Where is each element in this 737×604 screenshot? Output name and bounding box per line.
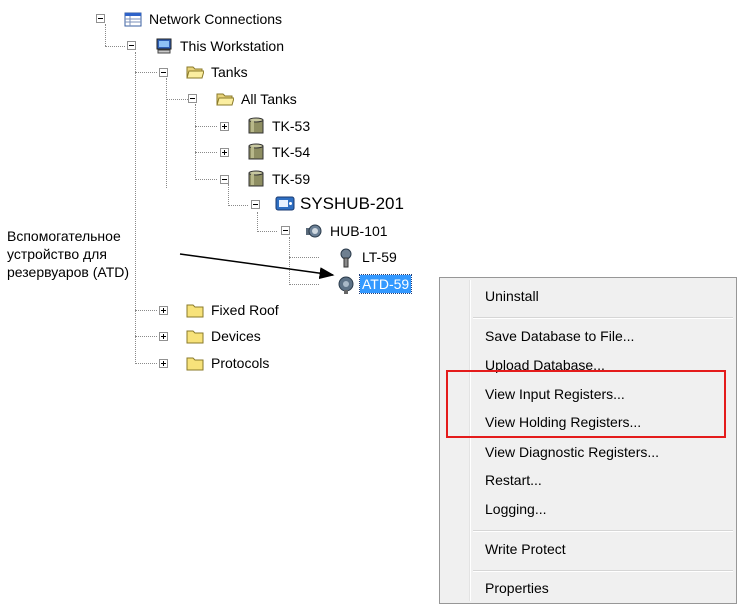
menu-separator: [473, 530, 733, 532]
expander-hub101[interactable]: [281, 226, 290, 235]
folder-icon: [186, 327, 204, 345]
callout-line: Вспомогательное: [7, 228, 121, 244]
menu-item-save-database[interactable]: Save Database to File...: [485, 328, 634, 344]
folder-icon: [186, 301, 204, 319]
menu-item-properties[interactable]: Properties: [485, 580, 549, 596]
tank-icon: [247, 170, 265, 188]
expander-tanks[interactable]: [159, 68, 168, 77]
tree-node-fixed-roof[interactable]: Fixed Roof: [186, 300, 281, 320]
tree-node-hub-101[interactable]: HUB-101: [305, 221, 390, 241]
auxiliary-device-icon: [337, 275, 355, 294]
expander-network-connections[interactable]: [96, 14, 105, 23]
context-menu: Uninstall Save Database to File... Uploa…: [439, 277, 737, 604]
expander-this-workstation[interactable]: [127, 41, 136, 50]
menu-item-view-diagnostic-registers[interactable]: View Diagnostic Registers...: [485, 444, 659, 460]
tree-node-lt-59[interactable]: LT-59: [337, 247, 399, 268]
tree-label: Tanks: [211, 64, 248, 80]
network-table-icon: [124, 10, 142, 28]
tree-label: Protocols: [211, 355, 270, 371]
menu-item-restart[interactable]: Restart...: [485, 472, 542, 488]
tree-label: SYSHUB-201: [300, 194, 404, 213]
open-folder-icon: [216, 90, 235, 108]
menu-item-write-protect[interactable]: Write Protect: [485, 541, 566, 557]
level-transmitter-icon: [337, 248, 355, 268]
expander-syshub[interactable]: [251, 200, 260, 209]
expander-protocols[interactable]: [159, 359, 168, 368]
tree-node-this-workstation[interactable]: This Workstation: [155, 36, 286, 56]
tree-label: This Workstation: [180, 38, 284, 54]
highlight-box: [446, 370, 726, 438]
menu-gutter: [469, 280, 471, 601]
menu-separator: [473, 570, 733, 572]
expander-all-tanks[interactable]: [188, 94, 197, 103]
tank-icon: [247, 143, 265, 161]
callout-annotation: Вспомогательное устройство для резервуар…: [7, 227, 182, 281]
tree-label: TK-53: [272, 118, 311, 134]
tree-node-protocols[interactable]: Protocols: [186, 353, 271, 373]
expander-tk59[interactable]: [220, 175, 229, 184]
tree-node-syshub-201[interactable]: SYSHUB-201: [275, 194, 406, 214]
tree-label: HUB-101: [330, 223, 388, 239]
tree-node-tk53[interactable]: TK-53: [247, 116, 312, 136]
tank-icon: [247, 117, 265, 135]
system-hub-icon: [275, 195, 295, 213]
expander-fixed-roof[interactable]: [159, 306, 168, 315]
tree-label: TK-59: [272, 171, 311, 187]
expander-tk53[interactable]: [220, 122, 229, 131]
hub-device-icon: [305, 222, 323, 240]
tree-node-network-connections[interactable]: Network Connections: [124, 9, 284, 29]
tree-label: Network Connections: [149, 11, 283, 27]
tree-label: Devices: [211, 328, 261, 344]
menu-item-uninstall[interactable]: Uninstall: [485, 288, 539, 304]
tree-label-selected: ATD-59: [358, 274, 413, 294]
menu-item-logging[interactable]: Logging...: [485, 501, 547, 517]
callout-line: резервуаров (ATD): [7, 264, 130, 280]
tree-label: Fixed Roof: [211, 302, 279, 318]
tree-label: TK-54: [272, 144, 311, 160]
tree-node-tk54[interactable]: TK-54: [247, 142, 312, 162]
tree-label: LT-59: [362, 249, 397, 265]
expander-tk54[interactable]: [220, 148, 229, 157]
open-folder-icon: [186, 63, 205, 81]
tree-node-atd-59[interactable]: ATD-59: [337, 274, 413, 294]
tree-node-tk59[interactable]: TK-59: [247, 169, 312, 189]
tree-node-devices[interactable]: Devices: [186, 326, 263, 346]
tree-node-tanks[interactable]: Tanks: [186, 62, 250, 82]
tree-node-all-tanks[interactable]: All Tanks: [216, 89, 299, 109]
tree-label: All Tanks: [241, 91, 297, 107]
menu-separator: [473, 317, 733, 319]
expander-devices[interactable]: [159, 332, 168, 341]
computer-icon: [155, 37, 173, 55]
callout-line: устройство для: [7, 246, 107, 262]
folder-icon: [186, 354, 204, 372]
